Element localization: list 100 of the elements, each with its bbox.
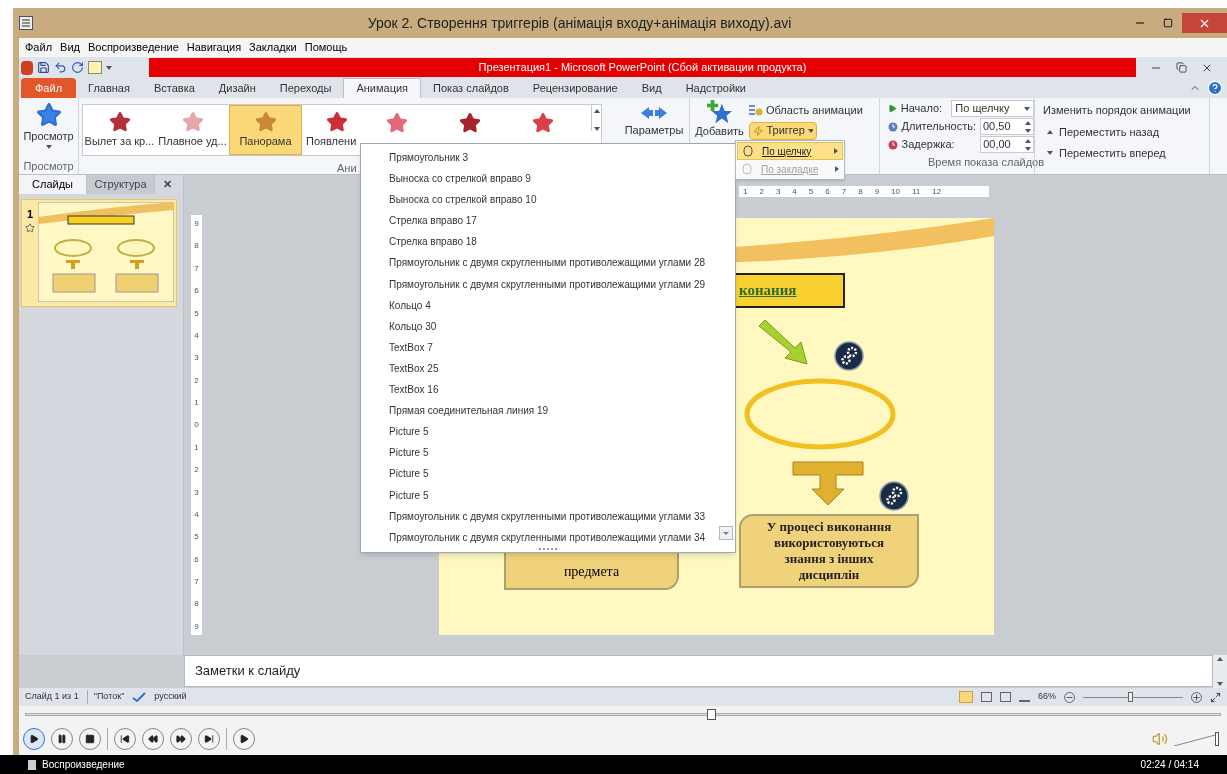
playback-status: Воспроизведение [42,758,126,772]
next-icon [204,733,214,744]
rewind-button[interactable] [142,727,164,750]
animation-effect[interactable]: Плавное уд... [156,105,229,155]
object-list-item[interactable]: Выноска со стрелкой вправо 10 [389,189,717,211]
ribbon-tab[interactable]: Вид [629,78,674,98]
menu-item[interactable]: Помощь [304,39,348,56]
pause-icon [57,733,67,744]
trigger-menu-item[interactable]: По щелчку [737,142,843,160]
slide-thumbnail-frame[interactable]: 1 [21,199,177,307]
move-back-button[interactable]: Переместить назад [1043,123,1209,140]
play-button[interactable] [23,727,45,750]
trigger-button[interactable]: Триггер [749,121,817,140]
object-list-item[interactable]: Стрелка вправо 17 [389,210,717,232]
object-list-item[interactable]: Picture 5 [389,463,717,485]
ribbon-tab[interactable]: Вставка [141,78,207,98]
scroll-down-icon[interactable] [719,526,733,540]
panel-tab[interactable]: Структура [87,175,155,194]
fast-forward-button[interactable] [170,727,192,750]
menu-item[interactable]: Навигация [186,39,242,56]
menu-item[interactable]: Воспроизведение [87,39,179,56]
submenu-arrow-icon [835,166,839,172]
fit-window-icon[interactable] [1210,691,1221,703]
object-list-item[interactable]: Прямоугольник с двумя скругленными противолежащими углами 28 [389,252,717,274]
object-list-item[interactable]: Кольцо 30 [389,315,717,337]
slide-layout-icon[interactable] [88,61,102,74]
start-dropdown[interactable]: По щелчку [951,100,1034,117]
object-list-item[interactable]: TextBox 25 [389,357,717,380]
animation-effect[interactable]: Вылет за кр... [83,105,156,155]
stop-button[interactable] [79,727,101,750]
undo-icon[interactable] [54,61,67,74]
save-icon[interactable] [37,61,50,74]
help-icon[interactable] [1207,80,1223,96]
delay-spinner[interactable]: 00,00 [980,136,1034,153]
object-list-item[interactable]: TextBox 16 [389,379,717,401]
volume-thumb[interactable] [1215,731,1219,746]
object-list-item[interactable]: Picture 5 [389,442,717,464]
resize-grip[interactable] [539,548,557,552]
down-triangle-icon [1047,151,1053,156]
menu-item[interactable]: Вид [60,39,80,56]
object-list-item[interactable]: Picture 5 [389,421,717,443]
ribbon-tab[interactable]: Надстройки [673,78,758,98]
next-button[interactable] [198,727,220,750]
restore-icon[interactable] [1176,62,1187,73]
object-list-item[interactable]: Прямоугольник с двумя скругленными противолежащими углами 34 [389,526,717,548]
menu-item[interactable]: Файл [25,39,53,56]
notes-field[interactable]: Заметки к слайду [184,655,1213,687]
animation-effect[interactable]: Панорама [229,105,302,155]
maximize-icon [1163,18,1173,28]
language[interactable]: русский [154,690,187,704]
ribbon-tab[interactable]: Рецензирование [520,78,630,98]
arrow-drawing [757,318,809,366]
zoom-level[interactable]: 66% [1038,690,1056,704]
slide-sorter-icon[interactable] [981,692,992,702]
duration-label: Длительность: [901,119,976,135]
file-tab[interactable]: Файл [21,78,77,98]
star-icon [254,110,277,133]
gear-badge-icon [879,481,909,511]
object-list-item[interactable]: Стрелка вправо 18 [389,231,717,253]
redo-icon[interactable] [71,61,84,74]
object-list-item[interactable]: Выноска со стрелкой вправо 9 [389,168,717,190]
animation-effect[interactable]: Появлени [302,105,360,155]
pause-button[interactable] [51,727,73,750]
star-icon [458,112,481,134]
zoom-in-icon[interactable] [1191,691,1202,703]
object-list-item[interactable]: Прямоугольник с двумя скругленными противолежащими углами 29 [389,273,717,295]
animation-pane-button[interactable]: Область анимации [749,102,879,119]
object-list-item[interactable]: Picture 5 [389,484,717,506]
ribbon-tab[interactable]: Дизайн [206,78,268,98]
reading-view-icon[interactable] [1000,692,1011,702]
close-button[interactable]: ✕ [155,175,180,194]
menu-item[interactable]: Закладки [249,39,297,56]
submenu-arrow-icon [834,148,838,154]
zoom-slider-thumb[interactable] [1127,692,1133,702]
ribbon-tab[interactable]: Анимация [343,78,422,98]
frame-step-icon [239,733,249,744]
add-button[interactable]: Добавить [695,125,744,138]
zoom-slider[interactable] [1083,692,1183,702]
group-label: Просмотр [23,158,74,174]
parameters-button[interactable]: Параметры [624,124,684,137]
panel-tab[interactable]: Слайды [19,175,87,194]
spellcheck-icon[interactable] [132,692,147,702]
object-list-item[interactable]: Прямоугольник 3 [389,147,717,169]
object-list-item[interactable]: Кольцо 4 [389,294,717,316]
preview-button[interactable]: Просмотр [23,98,74,158]
previous-button[interactable] [114,727,136,750]
object-list-item[interactable]: Прямая соединительная линия 19 [389,400,717,422]
seek-thumb[interactable] [706,708,716,720]
object-list-item[interactable]: Прямоугольник с двумя скругленными противолежащими углами 33 [389,505,717,527]
ribbon-tab[interactable]: Показ слайдов [421,78,521,98]
duration-spinner[interactable]: 00,50 [979,118,1034,135]
object-list-item[interactable]: TextBox 7 [389,336,717,358]
frame-step-button[interactable] [233,727,255,750]
delay-label: Задержка: [901,137,956,153]
ribbon-tab[interactable]: Главная [76,78,142,98]
star-icon [385,112,408,134]
volume-slider[interactable] [1174,731,1219,746]
ribbon-tab[interactable]: Переходы [267,78,344,98]
move-forward-button[interactable]: Переместить вперед [1043,145,1209,162]
animation-star-icon [25,222,35,233]
